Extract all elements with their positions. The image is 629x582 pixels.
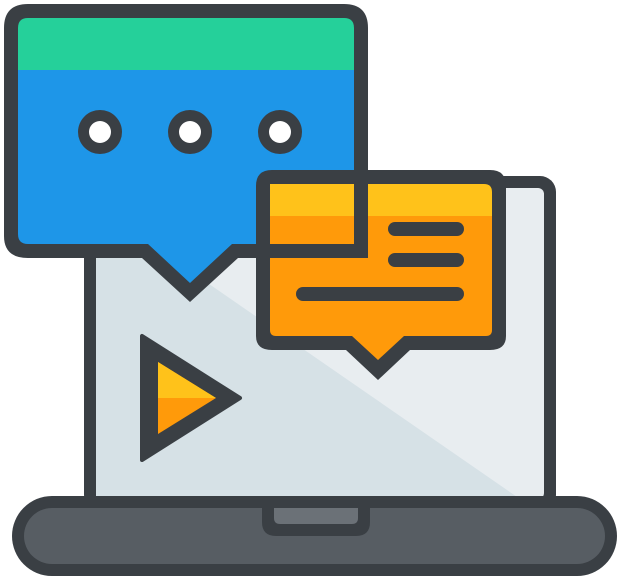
message-line-2 [388, 253, 464, 267]
icon-canvas [0, 0, 629, 582]
message-bubble-icon [256, 170, 506, 380]
laptop-video-chat-illustration [4, 4, 617, 576]
message-line-1 [388, 222, 464, 236]
typing-dots-icon [78, 110, 302, 154]
message-line-3 [296, 287, 464, 301]
